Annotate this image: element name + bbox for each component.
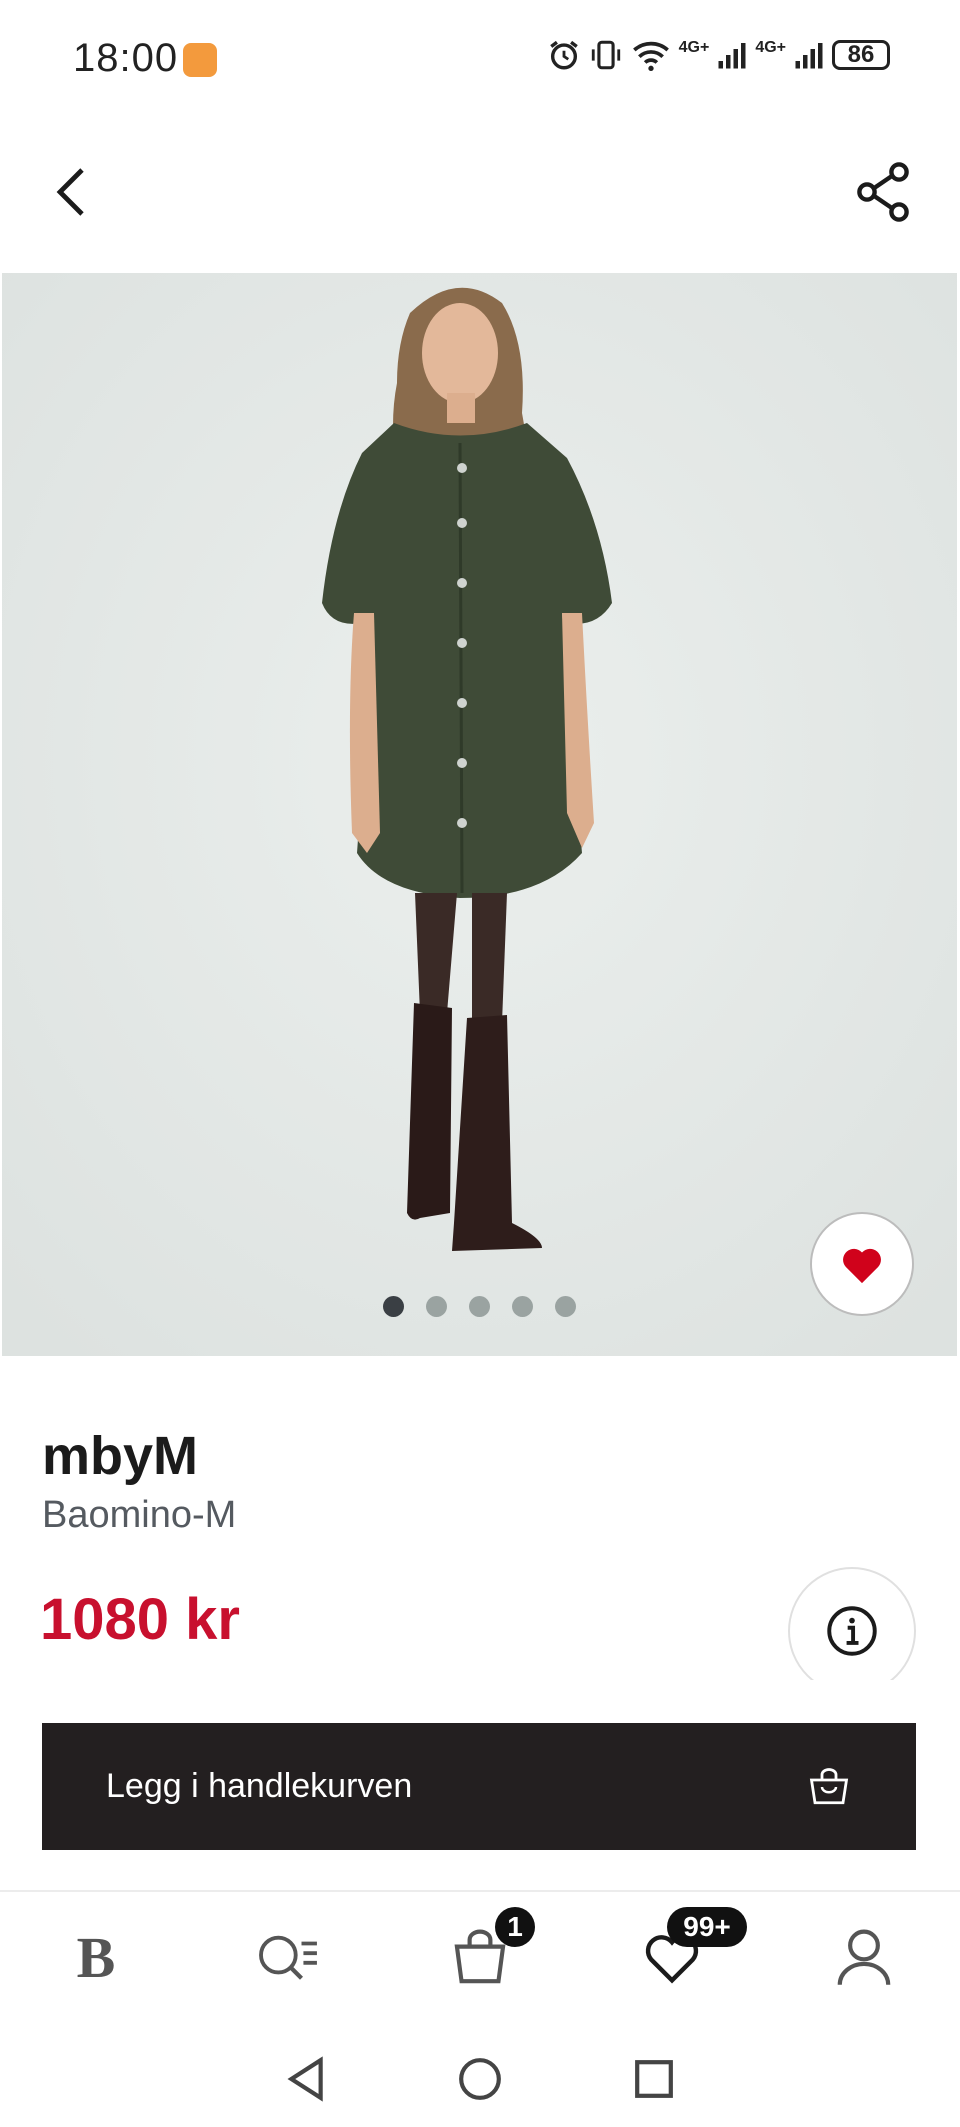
pagination-dot-5[interactable] [555, 1296, 576, 1317]
status-icons: 4G+ 4G+ 86 [547, 38, 890, 72]
pagination-dot-3[interactable] [469, 1296, 490, 1317]
pagination-dot-2[interactable] [426, 1296, 447, 1317]
back-button[interactable] [40, 160, 104, 224]
pagination-dot-4[interactable] [512, 1296, 533, 1317]
heart-filled-icon [843, 1248, 881, 1284]
brand-logo-icon: B [76, 1924, 116, 1990]
status-time: 18:00 [73, 36, 179, 80]
system-nav-bar [0, 2030, 960, 2127]
tab-search[interactable] [228, 1907, 348, 2007]
signal-icon-2 [795, 43, 823, 69]
bottom-tab-bar: B 1 99+ [0, 1892, 960, 2022]
product-price: 1080 kr [40, 1587, 240, 1652]
nav-back-icon[interactable] [285, 2055, 327, 2102]
product-name: Baomino-M [42, 1494, 237, 1536]
app-notification-icon [183, 43, 217, 77]
signal-icon [718, 43, 746, 69]
info-icon [827, 1606, 877, 1656]
nav-home-icon[interactable] [457, 2056, 503, 2102]
tab-profile[interactable] [804, 1907, 924, 2007]
vibrate-icon [591, 40, 620, 70]
favorites-badge: 99+ [667, 1907, 747, 1947]
profile-icon [837, 1929, 891, 1985]
battery-icon: 86 [832, 40, 890, 70]
image-pagination[interactable] [2, 1296, 957, 1317]
network-type-1: 4G+ [678, 39, 710, 56]
pagination-dot-1[interactable] [383, 1296, 404, 1317]
favorite-button[interactable] [810, 1212, 914, 1316]
tab-favorites[interactable]: 99+ [612, 1907, 747, 2007]
nav-recents-icon[interactable] [633, 2058, 675, 2100]
add-to-cart-button[interactable]: Legg i handlekurven [42, 1723, 916, 1850]
add-to-cart-label: Legg i handlekurven [106, 1767, 413, 1805]
status-bar: 18:00 4G+ 4G+ 86 [0, 0, 960, 120]
shopping-bag-icon [809, 1767, 849, 1804]
chevron-left-icon [56, 168, 84, 216]
wifi-icon [632, 41, 669, 71]
tab-cart[interactable]: 1 [420, 1907, 540, 2007]
info-button-clip [780, 1680, 930, 1710]
info-button[interactable] [788, 1567, 916, 1695]
product-brand[interactable]: mbyM [42, 1425, 198, 1487]
cart-badge: 1 [495, 1907, 535, 1947]
tab-home[interactable]: B [36, 1907, 156, 2007]
alarm-icon [549, 40, 578, 70]
share-button[interactable] [846, 155, 920, 229]
share-icon [857, 162, 909, 222]
search-menu-icon [259, 1935, 317, 1980]
product-image[interactable] [2, 273, 957, 1356]
network-type-2: 4G+ [755, 39, 786, 56]
app-bar [0, 120, 960, 270]
product-photo [2, 273, 957, 1356]
